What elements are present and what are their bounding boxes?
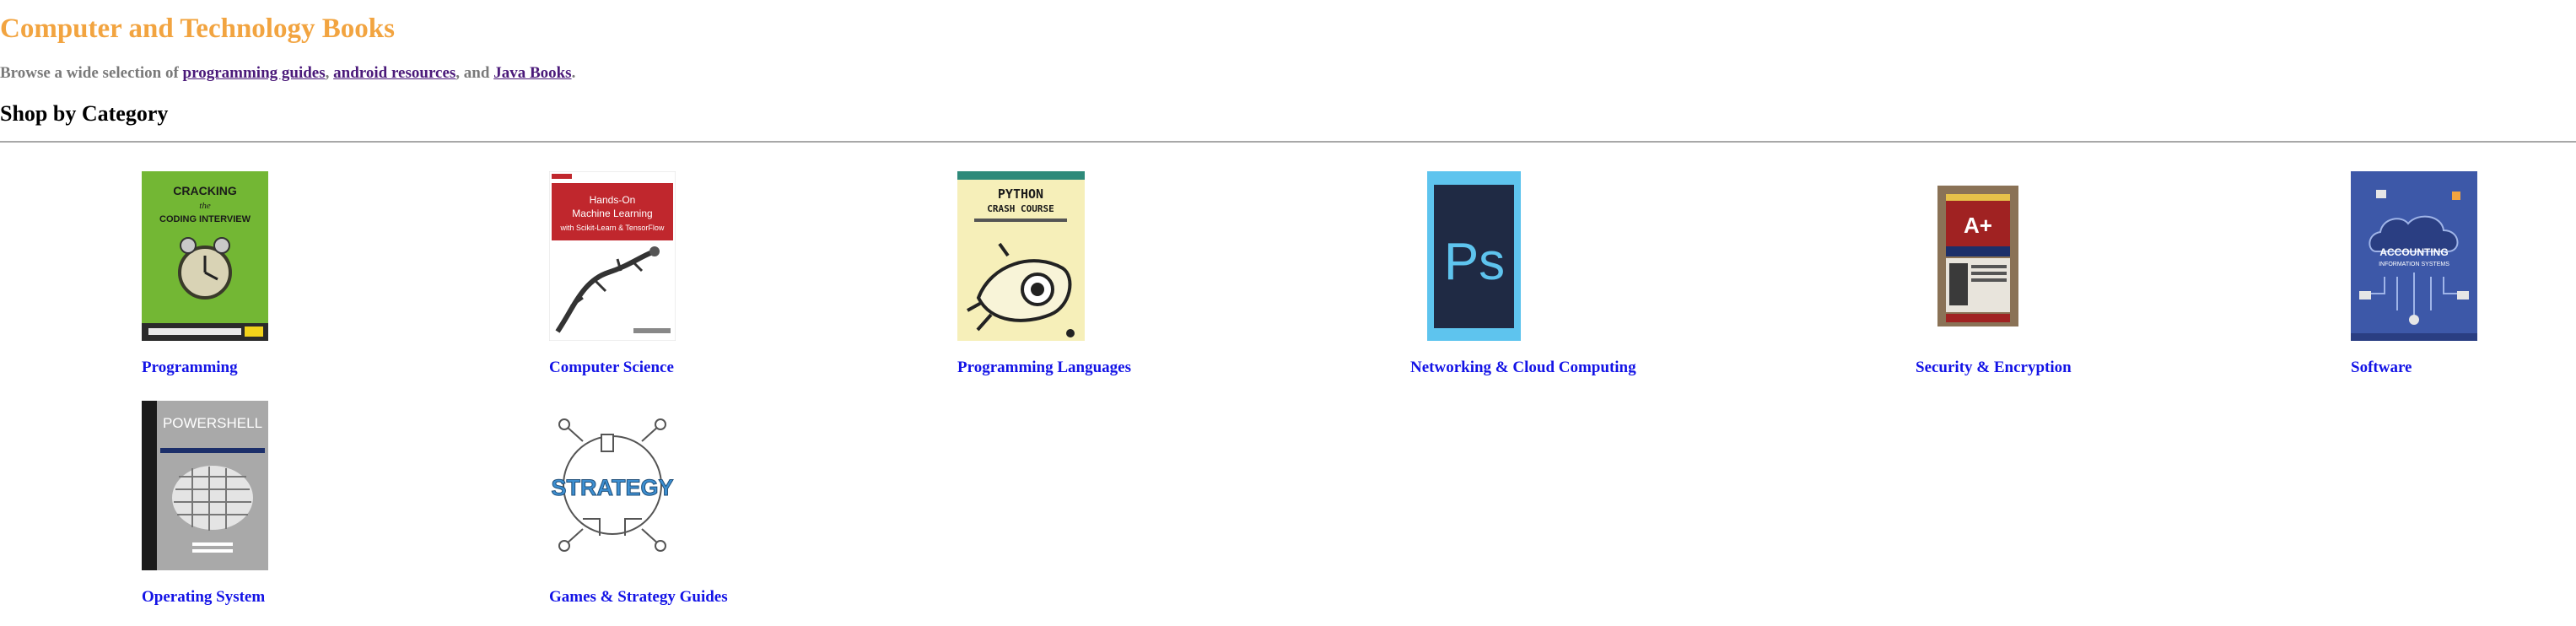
strategy-word-art-cover[interactable]: STRATEGY <box>549 401 676 570</box>
category-link-networking-cloud[interactable]: Networking & Cloud Computing <box>1410 357 1636 379</box>
category-computer-science: Hands-On Machine Learning with Scikit-Le… <box>549 171 903 382</box>
cover-title-line-1: POWERSHELL <box>163 415 262 431</box>
category-link-games-strategy[interactable]: Games & Strategy Guides <box>549 586 728 608</box>
category-link-security-encryption[interactable]: Security & Encryption <box>1916 357 2072 379</box>
hands-on-machine-learning-cover[interactable]: Hands-On Machine Learning with Scikit-Le… <box>549 171 676 341</box>
cover-title-line-1: Hands-On <box>590 194 636 206</box>
strategy-word-art-text: STRATEGY <box>551 475 673 500</box>
a-plus-certification-cover[interactable]: A+ <box>1937 186 2018 326</box>
cover-title-line-1: ACCOUNTING <box>2379 246 2448 258</box>
book-cover-image: STRATEGY <box>549 401 676 570</box>
category-link-computer-science[interactable]: Computer Science <box>549 357 674 379</box>
intro-text: Browse a wide selection of programming g… <box>0 62 575 84</box>
intro-separator: , and <box>455 64 494 82</box>
book-cover-image: POWERSHELL <box>142 401 268 570</box>
section-heading: Shop by Category <box>0 101 169 126</box>
cover-title-line-2: Machine Learning <box>572 208 652 219</box>
android-resources-link[interactable]: android resources <box>333 64 455 82</box>
intro-suffix: . <box>571 64 576 82</box>
cover-title-line-2: CRASH COURSE <box>987 203 1054 214</box>
book-cover-image: PYTHON CRASH COURSE <box>957 171 1085 341</box>
page: Computer and Technology Books Browse a w… <box>0 0 2576 626</box>
category-networking-cloud: Ps Networking & Cloud Computing <box>1410 171 1765 382</box>
category-operating-system: POWERSHELL Operating System <box>142 401 496 612</box>
book-cover-image: Hands-On Machine Learning with Scikit-Le… <box>549 171 676 341</box>
photoshop-logo-cover[interactable]: Ps <box>1427 171 1521 341</box>
photoshop-logo-text: Ps <box>1444 233 1505 291</box>
python-crash-course-cover[interactable]: PYTHON CRASH COURSE <box>957 171 1085 341</box>
powershell-book-cover[interactable]: POWERSHELL <box>142 401 268 570</box>
book-cover-image: CRACKING the CODING INTERVIEW <box>142 171 268 341</box>
cover-title-line-2: INFORMATION SYSTEMS <box>2379 262 2449 267</box>
accounting-information-systems-cover[interactable]: ACCOUNTING INFORMATION SYSTEMS <box>2351 171 2477 341</box>
java-books-link[interactable]: Java Books <box>493 64 571 82</box>
category-programming: CRACKING the CODING INTERVIEW Programmin… <box>142 171 496 382</box>
intro-prefix: Browse a wide selection of <box>0 64 183 82</box>
category-software: ACCOUNTING INFORMATION SYSTEMS Software <box>2351 171 2576 382</box>
category-link-programming-languages[interactable]: Programming Languages <box>957 357 1131 379</box>
cracking-coding-interview-cover[interactable]: CRACKING the CODING INTERVIEW <box>142 171 268 341</box>
cover-title-line-1: CRACKING <box>173 184 237 197</box>
category-link-operating-system[interactable]: Operating System <box>142 586 265 608</box>
category-link-programming[interactable]: Programming <box>142 357 238 379</box>
cover-title-line-2: the <box>199 201 211 211</box>
category-games-strategy: STRATEGY Games & Strategy Guides <box>549 401 903 612</box>
cover-title-line-1: PYTHON <box>998 186 1043 202</box>
programming-guides-link[interactable]: programming guides <box>183 64 326 82</box>
category-programming-languages: PYTHON CRASH COURSE Programming Language… <box>957 171 1312 382</box>
cover-title-line-3: with Scikit-Learn & TensorFlow <box>560 224 665 232</box>
book-cover-image: Ps <box>1427 171 1521 341</box>
cover-title-line-3: CODING INTERVIEW <box>159 214 251 224</box>
page-title: Computer and Technology Books <box>0 13 395 44</box>
book-cover-image: A+ <box>1937 186 2018 326</box>
intro-separator: , <box>325 64 334 82</box>
divider <box>0 141 2576 143</box>
category-link-software[interactable]: Software <box>2351 357 2412 379</box>
cover-title-line-1: A+ <box>1964 213 1992 238</box>
book-cover-image: ACCOUNTING INFORMATION SYSTEMS <box>2351 171 2477 341</box>
category-security-encryption: A+ Security & Encryption <box>1916 171 2270 382</box>
